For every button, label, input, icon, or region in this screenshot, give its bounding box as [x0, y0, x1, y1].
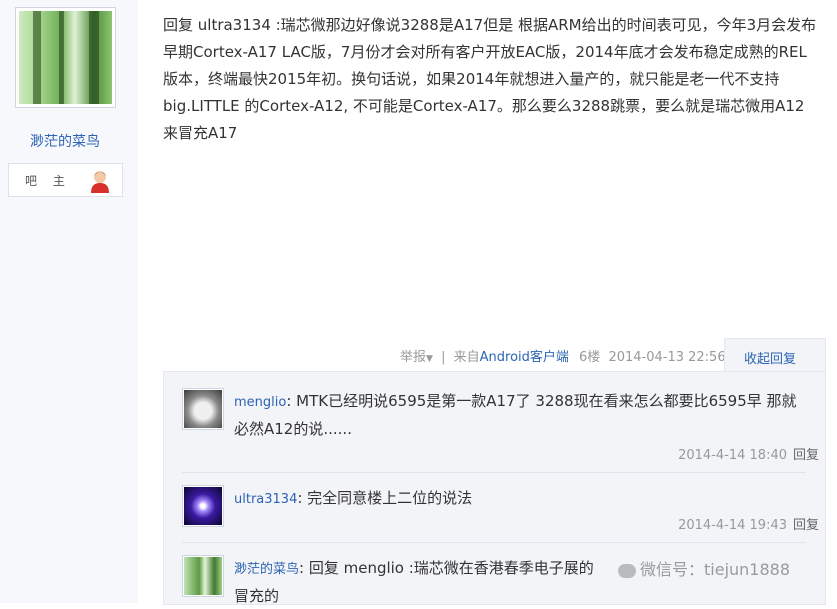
role-badge: 吧 主 [8, 163, 123, 197]
reply-body: ultra3134: 完全同意楼上二位的说法 [234, 485, 804, 513]
wechat-icon [618, 563, 636, 578]
post-content: 回复 ultra3134 :瑞芯微那边好像说3288是A17但是 根据ARM给出… [163, 16, 817, 142]
role-label: 吧 主 [25, 174, 71, 188]
reply-text: : 完全同意楼上二位的说法 [297, 489, 473, 507]
meta-from: 来自 [453, 350, 480, 365]
collapse-replies-tab[interactable]: 收起回复 [724, 338, 826, 373]
reply-username[interactable]: ultra3134 [234, 492, 297, 507]
reply-time-row: 2014-4-14 19:43 回复 [678, 514, 819, 533]
reply-time-row: 2014-4-14 18:40 回复 [678, 444, 819, 463]
watermark-text: 微信号：tiejun1888 [640, 560, 791, 579]
author-sidebar: 渺茫的菜鸟 吧 主 [0, 0, 138, 603]
author-avatar[interactable] [15, 7, 116, 108]
post-meta: 举报▼ | 来自Android客户端 6楼 2014-04-13 22:56 [400, 346, 726, 365]
reply-username[interactable]: 渺茫的菜鸟 [234, 562, 299, 577]
reply-username[interactable]: menglio [234, 395, 286, 410]
reply-text: : 回复 menglio :瑞芯微在香港春季电子展的 [299, 559, 594, 577]
reply-time: 2014-4-14 19:43 [678, 518, 787, 533]
floor-number: 6楼 [579, 350, 601, 365]
author-name[interactable]: 渺茫的菜鸟 [0, 131, 130, 151]
reply-text: : MTK已经明说6595是第一款A17了 3288现在看来怎么都要比6595早… [234, 392, 797, 438]
watermark: 微信号：tiejun1888 [618, 556, 790, 580]
post-datetime: 2014-04-13 22:56 [608, 350, 726, 365]
reply-divider [182, 472, 806, 473]
meta-separator: | [441, 350, 446, 365]
reply-text-continued: 冒充的 [234, 587, 280, 605]
reply-time: 2014-4-14 18:40 [678, 448, 787, 463]
client-link[interactable]: Android客户端 [480, 350, 569, 365]
reply-divider [182, 542, 806, 543]
caret-down-icon: ▼ [426, 354, 433, 364]
reply-avatar[interactable] [182, 555, 224, 597]
forest-avatar-image [19, 11, 112, 104]
reply-body: menglio: MTK已经明说6595是第一款A17了 3288现在看来怎么都… [234, 388, 804, 442]
reply-button[interactable]: 回复 [793, 448, 819, 463]
reply-avatar[interactable] [182, 485, 224, 527]
reply-button[interactable]: 回复 [793, 518, 819, 533]
reply-avatar[interactable] [182, 388, 224, 430]
report-link[interactable]: 举报▼ [400, 350, 433, 365]
admin-person-icon [91, 171, 109, 193]
collapse-replies-label: 收起回复 [744, 352, 797, 367]
